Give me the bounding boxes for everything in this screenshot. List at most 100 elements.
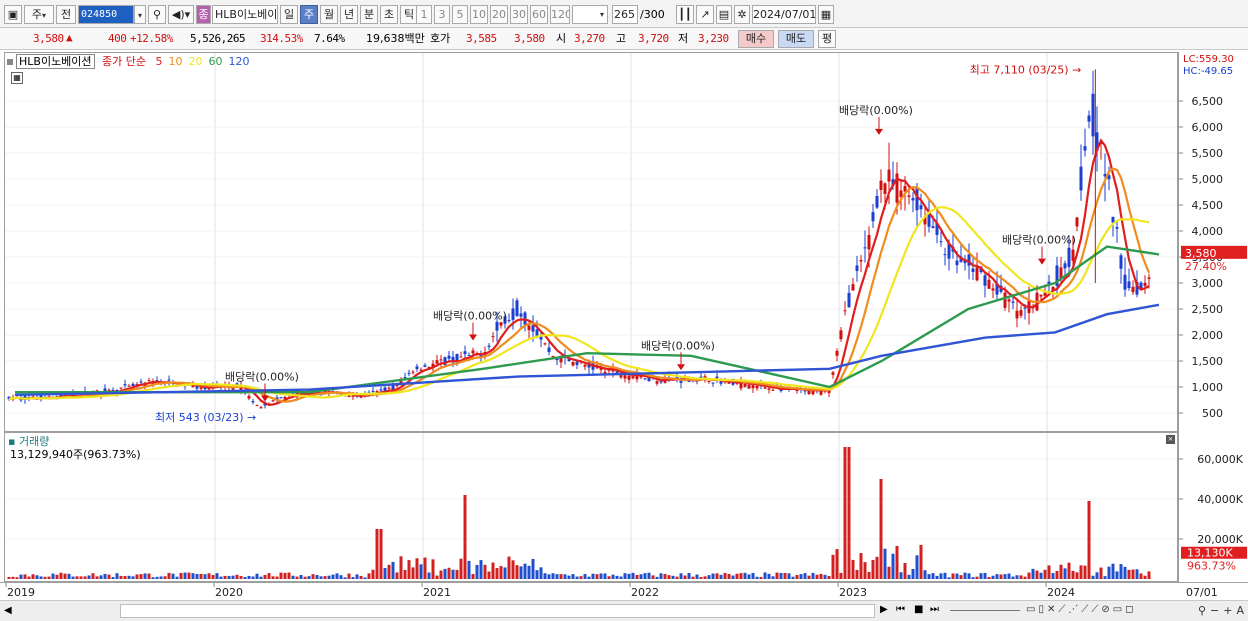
- scroll-left-icon[interactable]: ◀: [4, 605, 12, 616]
- candle-body: [1091, 93, 1095, 137]
- volume-bar: [1111, 563, 1115, 579]
- candle-body: [1123, 274, 1127, 290]
- speaker-icon[interactable]: ◀)▾: [168, 5, 194, 24]
- candle-body: [1015, 310, 1019, 319]
- calendar-icon[interactable]: ▦: [818, 5, 834, 24]
- candle-body: [767, 388, 771, 390]
- interval-button-10[interactable]: 10: [470, 5, 488, 24]
- interval-button-5[interactable]: 5: [452, 5, 468, 24]
- interval-button-20[interactable]: 20: [490, 5, 508, 24]
- volume-bar: [491, 562, 495, 579]
- ma-legend-60[interactable]: 60: [209, 55, 223, 68]
- close-pane-icon[interactable]: ×: [1166, 435, 1175, 444]
- trend-icon[interactable]: ↗: [696, 5, 714, 24]
- period-button-1[interactable]: 주: [300, 5, 318, 24]
- ma-legend-120[interactable]: 120: [229, 55, 250, 68]
- stock-code-input[interactable]: 024850: [78, 5, 134, 24]
- volume-bar: [403, 570, 407, 579]
- rewind-icon[interactable]: ⏮: [896, 604, 905, 615]
- candle-icon[interactable]: ┃┃: [676, 5, 694, 24]
- prev-button[interactable]: 전: [56, 5, 76, 24]
- stock-code-dropdown[interactable]: ▾: [134, 5, 146, 24]
- candle-body: [1083, 146, 1087, 151]
- volume-bar: [291, 575, 295, 579]
- stop-icon[interactable]: ■: [914, 604, 923, 615]
- volume-bar: [27, 576, 31, 579]
- candle-body: [1071, 249, 1075, 261]
- volume-bar: [747, 574, 751, 579]
- date-input[interactable]: 2024/07/01: [752, 5, 816, 24]
- scroll-right-icon[interactable]: ▶: [880, 604, 888, 615]
- volume-bar: [511, 560, 515, 579]
- dividend-arrow-icon: [677, 364, 685, 371]
- volume-bar: [391, 561, 395, 579]
- candle-body: [1127, 281, 1131, 289]
- stock-name-field[interactable]: HLB이노베이: [212, 5, 278, 24]
- zoom-slider[interactable]: [950, 610, 1020, 611]
- volume-bar: [795, 574, 799, 579]
- chart-type-label: 주: [31, 8, 43, 21]
- interval-button-3[interactable]: 3: [434, 5, 450, 24]
- candle-body: [931, 226, 935, 229]
- high-label: 고: [616, 32, 627, 45]
- volume-bar: [407, 560, 411, 579]
- blank-select[interactable]: ▾: [572, 5, 608, 24]
- candle-body: [835, 350, 839, 356]
- trade-amount: 19,638백만: [366, 32, 425, 45]
- period-button-5[interactable]: 초: [380, 5, 398, 24]
- volume-bar: [623, 573, 627, 579]
- zoom-controls-icon[interactable]: ⚲−+A: [1198, 604, 1248, 617]
- table-icon[interactable]: ▦: [11, 72, 23, 84]
- volume-bar: [583, 574, 587, 579]
- volume-bar: [615, 575, 619, 579]
- volume-bar: [1035, 570, 1039, 579]
- period-button-4[interactable]: 분: [360, 5, 378, 24]
- volume-bar: [739, 573, 743, 579]
- buy-button[interactable]: 매수: [738, 30, 774, 48]
- sell-button[interactable]: 매도: [778, 30, 814, 48]
- gear-icon[interactable]: ✲: [734, 5, 750, 24]
- hc-label: HC:-49.65: [1183, 66, 1234, 77]
- volume-bar: [899, 572, 903, 579]
- last-volume-pct: 963.73%: [1187, 560, 1236, 573]
- period-button-0[interactable]: 일: [280, 5, 298, 24]
- interval-button-30[interactable]: 30: [510, 5, 528, 24]
- vol-tick-label: 20,000K: [1197, 533, 1243, 546]
- ma-legend-5[interactable]: 5: [156, 55, 163, 68]
- volume-bar: [887, 566, 891, 579]
- turnover-rate: 7.64%: [314, 32, 345, 45]
- time-last-label: 07/01: [1186, 586, 1218, 599]
- volume-bar: [1027, 572, 1031, 579]
- interval-button-120[interactable]: 120: [550, 5, 570, 24]
- period-button-3[interactable]: 년: [340, 5, 358, 24]
- fast-forward-icon[interactable]: ⏭: [930, 604, 939, 615]
- stock-title-label[interactable]: HLB이노베이션: [16, 54, 95, 69]
- volume-chart-pane[interactable]: ▪ 거래량 13,129,940주(963.73%) ×: [4, 432, 1178, 582]
- interval-button-1[interactable]: 1: [416, 5, 432, 24]
- bid-label: 호가: [430, 32, 451, 45]
- count-input[interactable]: 265: [612, 5, 638, 24]
- volume-bar: [311, 574, 315, 579]
- ma-legend-10[interactable]: 10: [169, 55, 183, 68]
- ma-legend-20[interactable]: 20: [189, 55, 203, 68]
- interval-button-60[interactable]: 60: [530, 5, 548, 24]
- price-chart-pane[interactable]: 최고 7,110 (03/25) → 최저 543 (03/23) → 배당락(0.…: [4, 52, 1178, 432]
- volume-bar: [231, 575, 235, 579]
- search-icon[interactable]: ⚲: [148, 5, 166, 24]
- time-tick-label: 2023: [839, 586, 867, 599]
- eval-button[interactable]: 평: [818, 30, 836, 48]
- chart-scrollbar[interactable]: ◀ ▶ ⏮ ■ ⏭ ▭▯✕⟋⋰⟋⟋⊘▭◻ ⚲−+A: [0, 600, 1248, 621]
- chart-settings-icon[interactable]: ▣: [4, 5, 22, 24]
- drawing-tools-icon[interactable]: ▭▯✕⟋⋰⟋⟋⊘▭◻: [1026, 604, 1136, 615]
- candle-body: [199, 387, 203, 389]
- volume-bar: [411, 567, 415, 579]
- volume-bar: [71, 576, 75, 579]
- volume-bar: [907, 574, 911, 579]
- save-icon[interactable]: ▤: [716, 5, 732, 24]
- period-button-2[interactable]: 월: [320, 5, 338, 24]
- dividend-arrow-icon: [469, 334, 477, 341]
- volume-bar: [1115, 571, 1119, 579]
- volume-bar: [1123, 566, 1127, 579]
- chart-type-dropdown[interactable]: 주▾: [24, 5, 54, 24]
- scroll-thumb[interactable]: [120, 604, 875, 618]
